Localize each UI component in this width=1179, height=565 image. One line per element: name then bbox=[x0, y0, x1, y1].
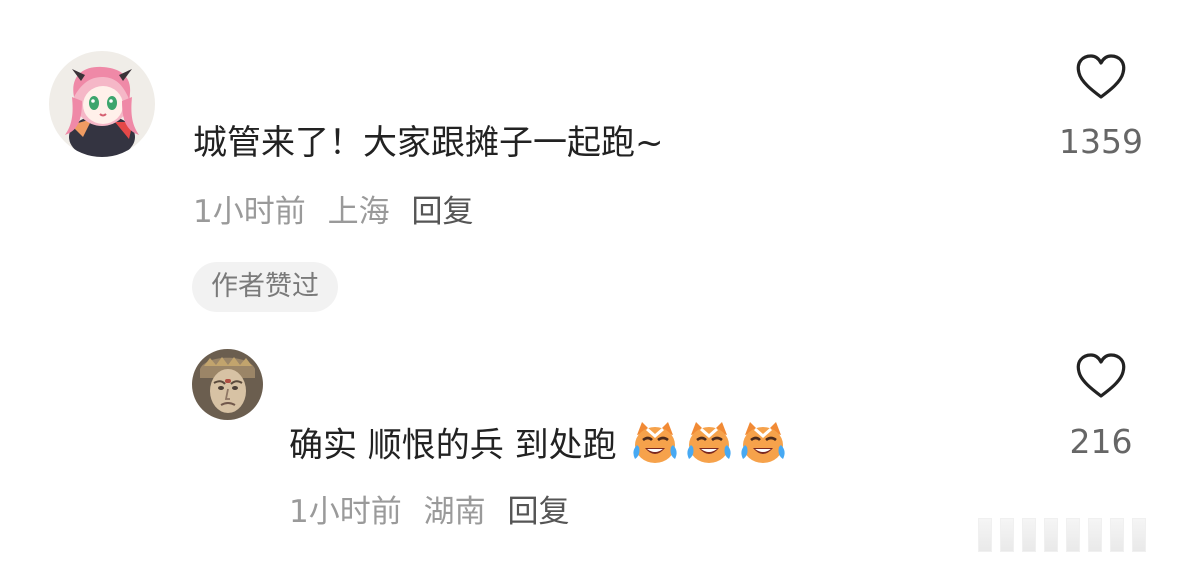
reply-meta: 1小时前 湖南 回复 bbox=[289, 492, 581, 532]
watermark-mark bbox=[1044, 518, 1058, 552]
emoji-group bbox=[629, 417, 791, 469]
reply-location: 湖南 bbox=[423, 494, 486, 530]
reply-button[interactable]: 回复 bbox=[507, 492, 569, 532]
crying-laughing-cat-emoji-icon bbox=[683, 417, 735, 469]
watermark-mark bbox=[1022, 518, 1036, 552]
watermark-mark bbox=[1000, 518, 1014, 552]
author-liked-badge: 作者赞过 bbox=[192, 262, 338, 312]
avatar[interactable] bbox=[192, 349, 263, 420]
watermark-mark bbox=[1110, 518, 1124, 552]
reply-button[interactable]: 回复 bbox=[411, 192, 473, 232]
crying-laughing-cat-emoji-icon bbox=[629, 417, 681, 469]
anime-girl-avatar-icon bbox=[49, 51, 155, 157]
watermark-mark bbox=[978, 518, 992, 552]
watermark-mark bbox=[1088, 518, 1102, 552]
like-count: 1359 bbox=[1059, 122, 1143, 161]
reply-time: 1小时前 bbox=[289, 494, 402, 530]
comment-time: 1小时前 bbox=[193, 194, 306, 230]
like-control: 1359 bbox=[1041, 53, 1161, 162]
watermark-mark bbox=[1132, 518, 1146, 552]
reply-text: 确实 顺恨的兵 到处跑 bbox=[289, 425, 617, 466]
avatar[interactable] bbox=[49, 51, 155, 157]
crying-laughing-cat-emoji-icon bbox=[737, 417, 789, 469]
comment-meta: 1小时前 上海 回复 bbox=[193, 192, 485, 232]
like-control: 216 bbox=[1041, 352, 1161, 462]
reply-text-line: 确实 顺恨的兵 到处跑 bbox=[289, 421, 791, 473]
watermark-mark bbox=[1066, 518, 1080, 552]
comment-location: 上海 bbox=[327, 194, 390, 230]
comment-text: 城管来了！大家跟摊子一起跑~ bbox=[193, 123, 664, 163]
watermark bbox=[978, 518, 1170, 552]
like-count: 216 bbox=[1069, 422, 1133, 461]
statue-face-avatar-icon bbox=[192, 349, 263, 420]
heart-icon[interactable] bbox=[1075, 352, 1127, 400]
heart-icon[interactable] bbox=[1075, 53, 1127, 101]
